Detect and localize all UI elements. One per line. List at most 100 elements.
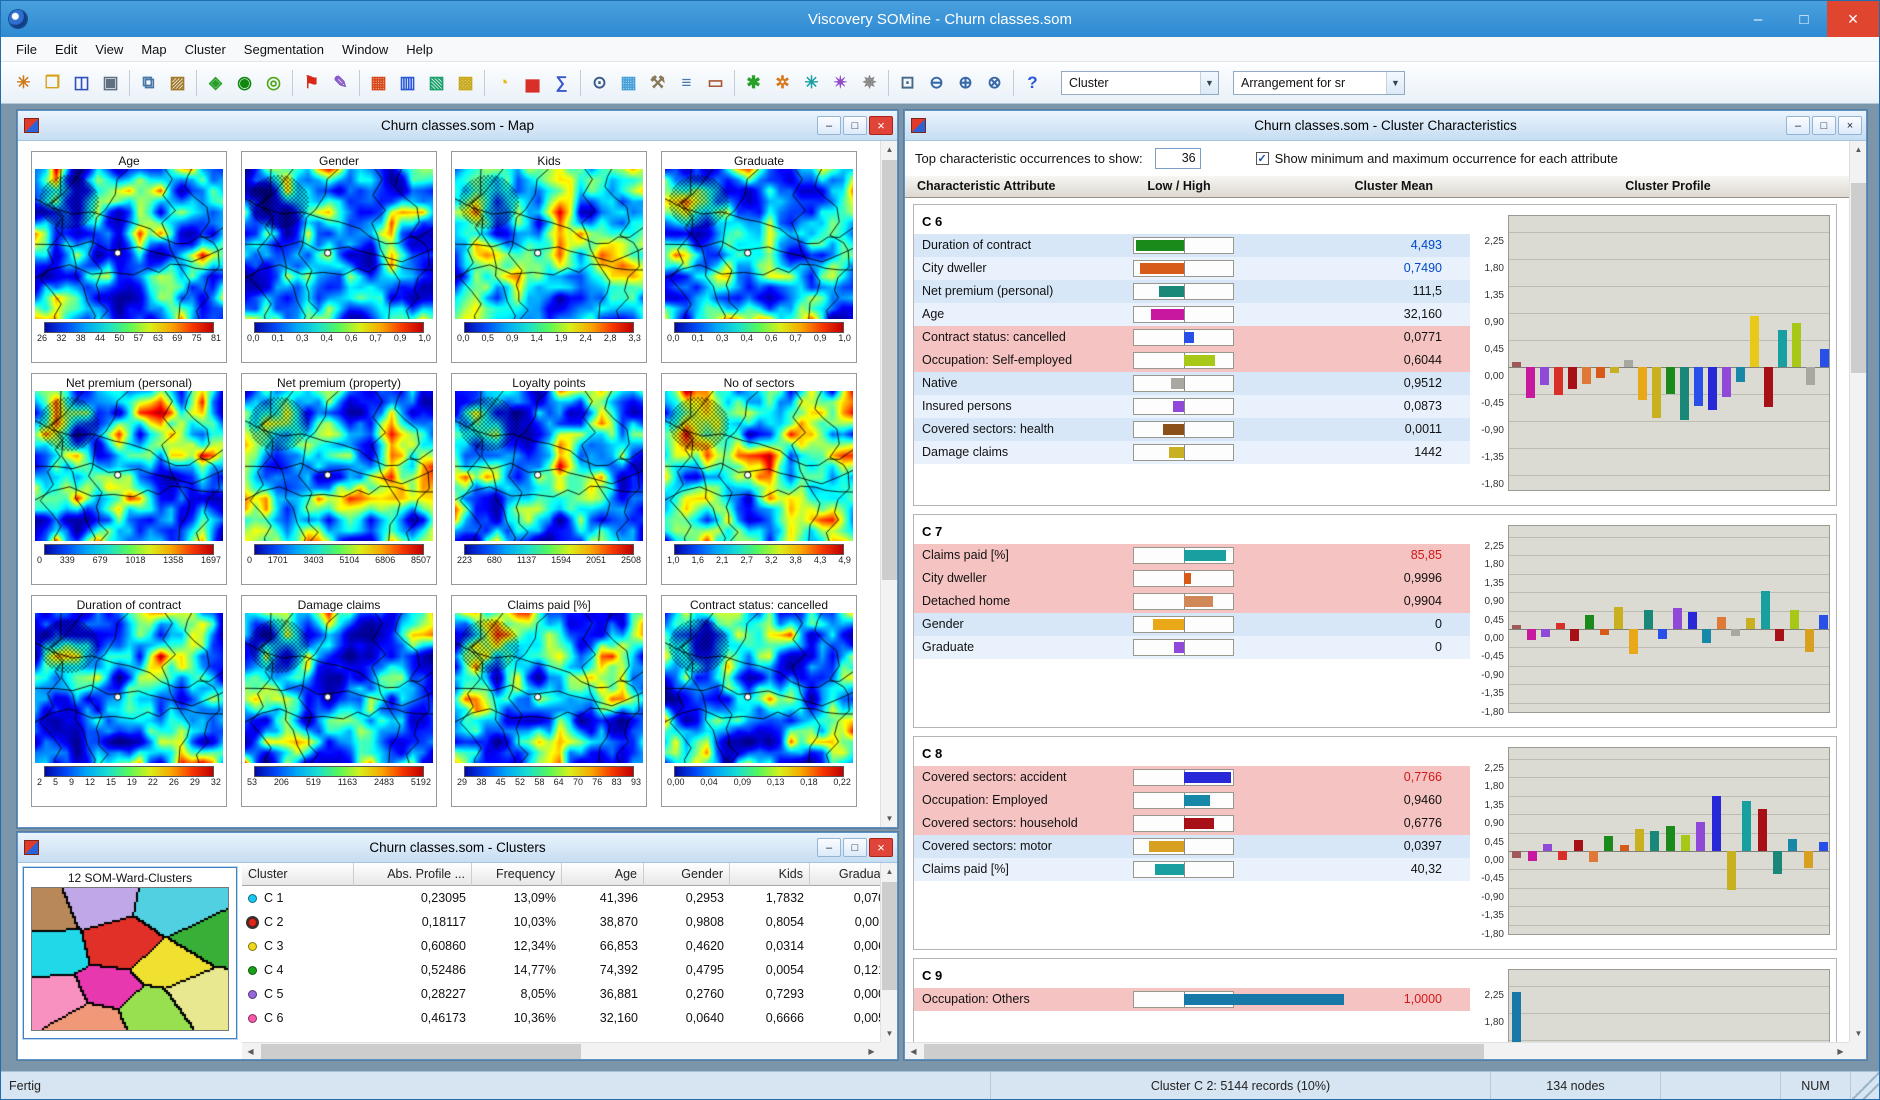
segmentation-3-icon[interactable]: ✳ <box>797 68 826 97</box>
table-row[interactable]: C 40,5248614,77%74,3920,47950,00540,1216 <box>242 958 880 982</box>
maximize-button[interactable]: □ <box>1812 116 1836 135</box>
column-header-mean[interactable]: Cluster Mean <box>1283 179 1433 193</box>
scroll-up-icon[interactable]: ▲ <box>1850 141 1866 158</box>
minimize-button[interactable]: – <box>817 116 841 135</box>
attribute-row[interactable]: Occupation: Employed0,9460 <box>914 789 1470 812</box>
som-map-canvas[interactable] <box>455 391 643 541</box>
paste-icon[interactable]: ▨ <box>163 68 192 97</box>
som-map-canvas[interactable] <box>245 391 433 541</box>
column-header-gender[interactable]: Gender <box>644 863 730 886</box>
close-icon[interactable]: × <box>869 116 893 135</box>
som-map-tile[interactable]: Damage claims53206519116324835192 <box>241 595 437 807</box>
scroll-right-icon[interactable]: ▶ <box>863 1043 880 1059</box>
scroll-thumb[interactable] <box>924 1044 1484 1059</box>
column-header-attribute[interactable]: Characteristic Attribute <box>917 179 1055 193</box>
close-icon[interactable]: × <box>1838 116 1862 135</box>
close-icon[interactable]: × <box>869 838 893 857</box>
characteristics-horizontal-scrollbar[interactable]: ◀ ▶ <box>905 1042 1849 1059</box>
scroll-down-icon[interactable]: ▼ <box>881 810 897 827</box>
characteristics-vertical-scrollbar[interactable]: ▲ ▼ <box>1849 141 1866 1042</box>
arrangement-dropdown[interactable]: Arrangement for sr ▼ <box>1233 71 1405 95</box>
save-icon[interactable]: ◫ <box>67 68 96 97</box>
help-icon[interactable]: ? <box>1018 68 1047 97</box>
minimize-button[interactable]: – <box>1735 1 1781 37</box>
zoom-in-icon[interactable]: ⊕ <box>951 68 980 97</box>
scroll-left-icon[interactable]: ◀ <box>242 1043 259 1059</box>
column-header-profile[interactable]: Cluster Profile <box>1507 179 1829 193</box>
chevron-down-icon[interactable]: ▼ <box>1200 72 1218 94</box>
map-vertical-scrollbar[interactable]: ▲ ▼ <box>880 141 897 827</box>
attribute-row[interactable]: Covered sectors: health0,0011 <box>914 418 1470 441</box>
som-map-canvas[interactable] <box>245 169 433 319</box>
minimize-button[interactable]: – <box>1786 116 1810 135</box>
statistics-icon[interactable]: ∑ <box>547 68 576 97</box>
attribute-row[interactable]: Net premium (personal)111,5 <box>914 280 1470 303</box>
attribute-row[interactable]: Covered sectors: household0,6776 <box>914 812 1470 835</box>
attribute-row[interactable]: Detached home0,9904 <box>914 590 1470 613</box>
maximize-button[interactable]: □ <box>843 116 867 135</box>
table-row[interactable]: C 20,1811710,03%38,8700,98080,80540,0011 <box>242 910 880 934</box>
minimize-button[interactable]: – <box>817 838 841 857</box>
column-header-lowhigh[interactable]: Low / High <box>1124 179 1234 193</box>
column-header-frequency[interactable]: Frequency <box>472 863 562 886</box>
maximize-button[interactable]: □ <box>843 838 867 857</box>
attribute-row[interactable]: Gender0 <box>914 613 1470 636</box>
attribute-row[interactable]: Duration of contract4,493 <box>914 234 1470 257</box>
menu-item-window[interactable]: Window <box>333 39 397 60</box>
attribute-row[interactable]: Damage claims1442 <box>914 441 1470 464</box>
som-map-canvas[interactable] <box>455 613 643 763</box>
titlebar[interactable]: Viscovery SOMine - Churn classes.som – □… <box>1 1 1879 37</box>
map-window-titlebar[interactable]: Churn classes.som - Map – □ × <box>18 111 897 141</box>
data-grid-icon[interactable]: ▦ <box>614 68 643 97</box>
zoom-out-icon[interactable]: ⊖ <box>922 68 951 97</box>
attribute-row[interactable]: Occupation: Self-employed0,6044 <box>914 349 1470 372</box>
segmentation-5-icon[interactable]: ✵ <box>855 68 884 97</box>
occurrences-input[interactable] <box>1155 148 1201 169</box>
menu-item-help[interactable]: Help <box>397 39 442 60</box>
database-icon[interactable]: ≡ <box>672 68 701 97</box>
attribute-row[interactable]: Contract status: cancelled0,0771 <box>914 326 1470 349</box>
som-map-tile[interactable]: Kids0,00,50,91,41,92,42,83,3 <box>451 151 647 363</box>
column-header-age[interactable]: Age <box>562 863 644 886</box>
column-header-graduate[interactable]: Graduate <box>810 863 880 886</box>
menu-item-map[interactable]: Map <box>132 39 175 60</box>
attribute-row[interactable]: City dweller0,9996 <box>914 567 1470 590</box>
table-row[interactable]: C 30,6086012,34%66,8530,46200,03140,0067 <box>242 934 880 958</box>
chevron-down-icon[interactable]: ▼ <box>1386 72 1404 94</box>
window-ranges-icon[interactable]: ▧ <box>422 68 451 97</box>
map-attribute-3-icon[interactable]: ◎ <box>259 68 288 97</box>
som-map-tile[interactable]: Duration of contract25912151922262932 <box>31 595 227 807</box>
copy-icon[interactable]: ⧉ <box>134 68 163 97</box>
scroll-right-icon[interactable]: ▶ <box>1832 1043 1849 1059</box>
som-map-tile[interactable]: Graduate0,00,10,30,40,60,70,91,0 <box>661 151 857 363</box>
attribute-row[interactable]: Occupation: Others1,0000 <box>914 988 1470 1011</box>
pie-chart-icon[interactable]: ◔ <box>489 68 518 97</box>
som-map-canvas[interactable] <box>665 613 853 763</box>
attribute-row[interactable]: Claims paid [%]85,85 <box>914 544 1470 567</box>
attribute-row[interactable]: Insured persons0,0873 <box>914 395 1470 418</box>
segmentation-4-icon[interactable]: ✴ <box>826 68 855 97</box>
som-map-canvas[interactable] <box>665 169 853 319</box>
zoom-fit-icon[interactable]: ⊗ <box>980 68 1009 97</box>
scroll-thumb[interactable] <box>882 882 897 990</box>
map-attribute-1-icon[interactable]: ◈ <box>201 68 230 97</box>
scroll-thumb[interactable] <box>261 1044 581 1059</box>
som-map-tile[interactable]: Loyalty points2236801137159420512508 <box>451 373 647 585</box>
scroll-up-icon[interactable]: ▲ <box>881 863 897 880</box>
segmentation-1-icon[interactable]: ✱ <box>739 68 768 97</box>
column-header-abs-profile-[interactable]: Abs. Profile ... <box>354 863 472 886</box>
pin-icon[interactable]: ⚑ <box>297 68 326 97</box>
map-attribute-2-icon[interactable]: ◉ <box>230 68 259 97</box>
scroll-left-icon[interactable]: ◀ <box>905 1043 922 1059</box>
open-icon[interactable]: ❐ <box>38 68 67 97</box>
menu-item-cluster[interactable]: Cluster <box>176 39 235 60</box>
som-map-tile[interactable]: Gender0,00,10,30,40,60,70,91,0 <box>241 151 437 363</box>
tools-icon[interactable]: ⚒ <box>643 68 672 97</box>
som-map-tile[interactable]: No of sectors1,01,62,12,73,23,84,34,9 <box>661 373 857 585</box>
bar-profile-icon[interactable]: ▅ <box>518 68 547 97</box>
clusters-window-titlebar[interactable]: Churn classes.som - Clusters – □ × <box>18 833 897 863</box>
som-map-canvas[interactable] <box>35 613 223 763</box>
attribute-row[interactable]: Covered sectors: motor0,0397 <box>914 835 1470 858</box>
scroll-thumb[interactable] <box>1851 183 1866 373</box>
som-map-tile[interactable]: Contract status: cancelled0,000,040,090,… <box>661 595 857 807</box>
